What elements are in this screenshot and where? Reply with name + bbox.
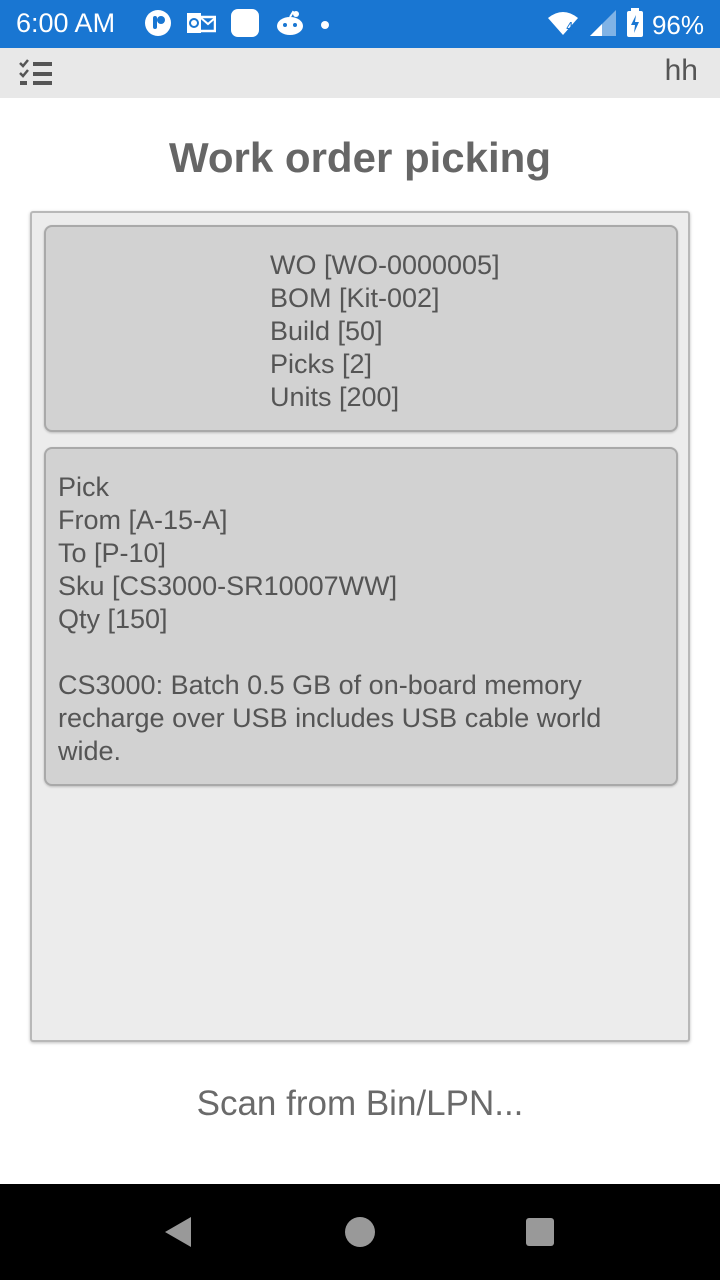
status-right: 4 96%	[546, 8, 704, 43]
work-order-card: WO [WO-0000005] BOM [Kit-002] Build [50]…	[44, 225, 678, 432]
back-triangle-icon	[165, 1217, 191, 1247]
pick-heading: Pick	[58, 472, 110, 502]
checklist-menu-icon[interactable]	[18, 58, 54, 88]
build: Build [50]	[270, 316, 383, 346]
recents-button[interactable]	[510, 1202, 570, 1262]
square-app-icon	[230, 8, 260, 43]
status-bar: 6:00 AM 4 96%	[0, 0, 720, 48]
pick-qty: Qty [150]	[58, 604, 168, 634]
back-button[interactable]	[148, 1202, 208, 1262]
picking-panel: WO [WO-0000005] BOM [Kit-002] Build [50]…	[30, 211, 690, 1042]
reader-icon	[144, 9, 172, 42]
home-button[interactable]	[330, 1202, 390, 1262]
navigation-bar	[0, 1184, 720, 1280]
recents-square-icon	[526, 1218, 554, 1246]
status-time: 6:00 AM	[16, 8, 116, 38]
bom: BOM [Kit-002]	[270, 283, 440, 313]
wifi-icon: 4	[546, 9, 580, 42]
scan-input[interactable]: Scan from Bin/LPN...	[0, 1084, 720, 1124]
app-bar: hh	[0, 48, 720, 98]
outlook-icon	[186, 9, 217, 42]
pick-description: CS3000: Batch 0.5 GB of on-board memory …	[58, 670, 602, 766]
signal-icon	[588, 8, 618, 43]
user-label[interactable]: hh	[665, 54, 698, 88]
pick-to: To [P-10]	[58, 538, 167, 568]
battery-icon	[626, 8, 644, 43]
pick-sku: Sku [CS3000-SR10007WW]	[58, 571, 398, 601]
battery-percent: 96%	[651, 10, 704, 40]
units: Units [200]	[270, 382, 400, 412]
wo-number: WO [WO-0000005]	[270, 250, 500, 280]
reddit-icon	[274, 9, 306, 42]
dot-icon	[320, 9, 330, 42]
pick-from: From [A-15-A]	[58, 505, 228, 535]
pick-details: Pick From [A-15-A] To [P-10] Sku [CS3000…	[58, 471, 658, 768]
page-title: Work order picking	[169, 134, 551, 181]
home-circle-icon	[345, 1217, 375, 1247]
notification-icons	[144, 8, 330, 43]
pick-card: Pick From [A-15-A] To [P-10] Sku [CS3000…	[44, 447, 678, 786]
svg-text:4: 4	[566, 20, 574, 34]
picks: Picks [2]	[270, 349, 373, 379]
work-order-details: WO [WO-0000005] BOM [Kit-002] Build [50]…	[270, 249, 500, 414]
